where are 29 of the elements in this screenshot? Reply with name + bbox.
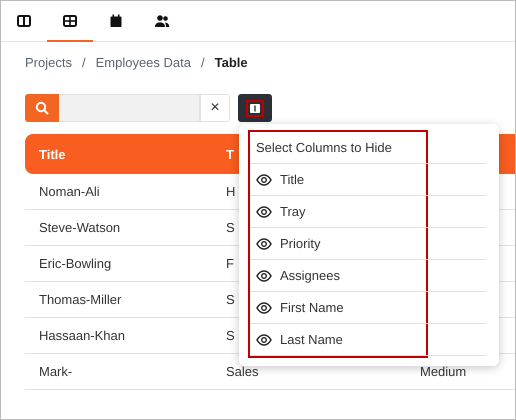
breadcrumb-link[interactable]: Employees Data: [96, 54, 191, 70]
column-option[interactable]: Title: [250, 164, 486, 196]
people-icon: [154, 12, 170, 28]
columns-icon: [16, 12, 32, 28]
column-option[interactable]: Assignees: [250, 260, 486, 292]
clear-button[interactable]: ×: [200, 94, 230, 122]
search-button[interactable]: [25, 94, 59, 122]
menu-title: Select Columns to Hide: [255, 139, 393, 157]
calendar-icon: [108, 12, 124, 28]
column-toggle-button[interactable]: [238, 94, 272, 122]
column-option[interactable]: First Name: [250, 292, 486, 324]
table-cell: Steve-Watson: [25, 210, 225, 246]
column-option[interactable]: Priority: [250, 228, 486, 260]
table-cell: Eric-Bowling: [25, 246, 225, 282]
table-cell: Hassaan-Khan: [25, 318, 225, 354]
table-icon: [62, 12, 78, 28]
column-header: Title: [25, 134, 225, 174]
table-cell: Thomas-Miller: [25, 282, 225, 318]
breadcrumb-current: Table: [214, 54, 248, 70]
breadcrumb-separator: /: [200, 54, 205, 70]
search-icon: [35, 101, 49, 115]
table-cell: Noman-Ali: [25, 174, 225, 210]
columns-icon: [249, 102, 261, 114]
search-field[interactable]: [59, 94, 200, 122]
breadcrumb-link[interactable]: Projects: [25, 54, 72, 70]
column-option[interactable]: Tray: [250, 196, 486, 228]
breadcrumb-separator: /: [82, 54, 86, 70]
column-option[interactable]: Last Name: [250, 324, 486, 356]
table-cell: Mark-: [25, 354, 225, 390]
